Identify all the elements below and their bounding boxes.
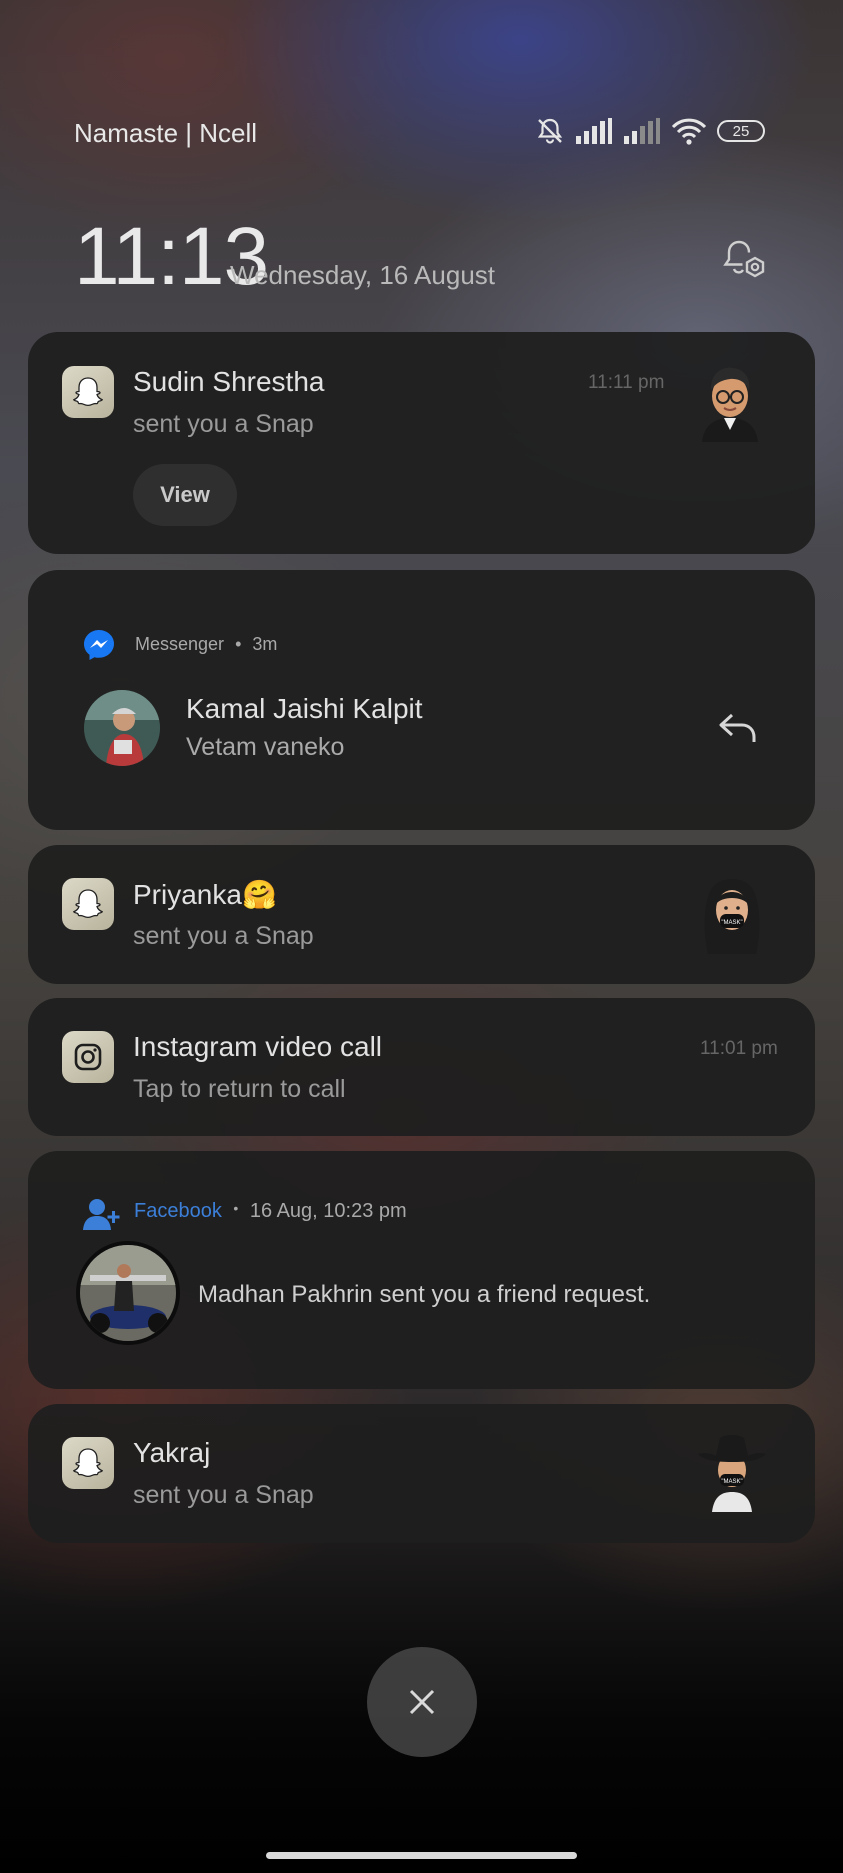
notification-meta: Messenger • 3m	[135, 634, 277, 655]
messenger-icon	[84, 630, 114, 660]
carrier-label: Namaste | Ncell	[74, 118, 258, 148]
close-icon	[409, 1689, 435, 1715]
notification-text: Madhan Pakhrin sent you a friend request…	[198, 1281, 651, 1308]
notification-title: Priyanka🤗	[133, 879, 277, 910]
facebook-friend-icon	[83, 1199, 120, 1230]
notification-snapchat-sudin[interactable]: Sudin Shrestha sent you a Snap 11:11 pm …	[28, 332, 815, 554]
notification-snapchat-priyanka[interactable]: Priyanka🤗 sent you a Snap "MASK"	[28, 845, 815, 984]
view-snap-button[interactable]: View	[133, 464, 237, 526]
date: Wednesday, 16 August	[230, 260, 496, 290]
bell-off-icon	[537, 118, 563, 144]
meta-time: 16 Aug, 10:23 pm	[249, 1200, 407, 1222]
snapchat-ghost-icon	[62, 366, 114, 418]
clear-all-notifications-button[interactable]	[367, 1647, 477, 1757]
notification-text: sent you a Snap	[133, 922, 314, 950]
meta-app-name: Facebook	[134, 1200, 222, 1222]
notification-title: Kamal Jaishi Kalpit	[186, 693, 423, 724]
signal-icon	[624, 118, 660, 144]
wifi-icon	[671, 118, 707, 145]
notification-title: Sudin Shrestha	[133, 366, 325, 397]
status-icons: 25	[535, 116, 765, 146]
snapchat-ghost-icon	[62, 878, 114, 930]
notification-text: sent you a Snap	[133, 1481, 314, 1509]
contact-avatar	[84, 690, 160, 766]
notification-settings-icon[interactable]	[717, 238, 769, 288]
svg-text:"MASK": "MASK"	[721, 1479, 742, 1485]
snapchat-ghost-icon	[62, 1437, 114, 1489]
home-indicator[interactable]	[266, 1852, 577, 1859]
notification-time: 11:01 pm	[700, 1038, 778, 1059]
battery-icon: 25	[717, 120, 765, 142]
notification-meta: Facebook • 16 Aug, 10:23 pm	[134, 1200, 407, 1223]
notification-text: Tap to return to call	[133, 1075, 346, 1103]
bitmoji-avatar: "MASK"	[690, 1428, 774, 1512]
reply-icon[interactable]	[718, 712, 758, 744]
notification-title: Instagram video call	[133, 1031, 383, 1062]
notification-instagram-call[interactable]: Instagram video call Tap to return to ca…	[28, 998, 815, 1136]
meta-time: 3m	[252, 634, 278, 654]
status-bar: Namaste | Ncell 25	[74, 118, 765, 152]
notification-facebook[interactable]: Facebook • 16 Aug, 10:23 pm Madhan Pakhr…	[28, 1151, 815, 1389]
notification-messenger[interactable]: Messenger • 3m Kamal Jaishi Kalpit Vetam…	[28, 570, 815, 830]
lock-clock-row: 11:13 Wednesday, 16 August	[74, 212, 769, 302]
meta-separator: •	[235, 634, 242, 654]
notification-title: Yakraj	[133, 1437, 211, 1468]
friend-request-avatar	[76, 1241, 180, 1345]
meta-separator: •	[233, 1200, 239, 1216]
meta-app-name: Messenger	[135, 634, 225, 654]
bitmoji-avatar: "MASK"	[690, 870, 774, 954]
notification-time: 11:11 pm	[588, 372, 665, 393]
svg-text:"MASK": "MASK"	[721, 920, 742, 926]
notification-text: Vetam vaneko	[186, 733, 345, 761]
bitmoji-avatar	[688, 358, 772, 442]
instagram-icon	[62, 1031, 114, 1083]
notification-text: sent you a Snap	[133, 410, 314, 438]
notification-snapchat-yakraj[interactable]: Yakraj sent you a Snap "MASK"	[28, 1404, 815, 1543]
signal-icon	[576, 118, 612, 144]
